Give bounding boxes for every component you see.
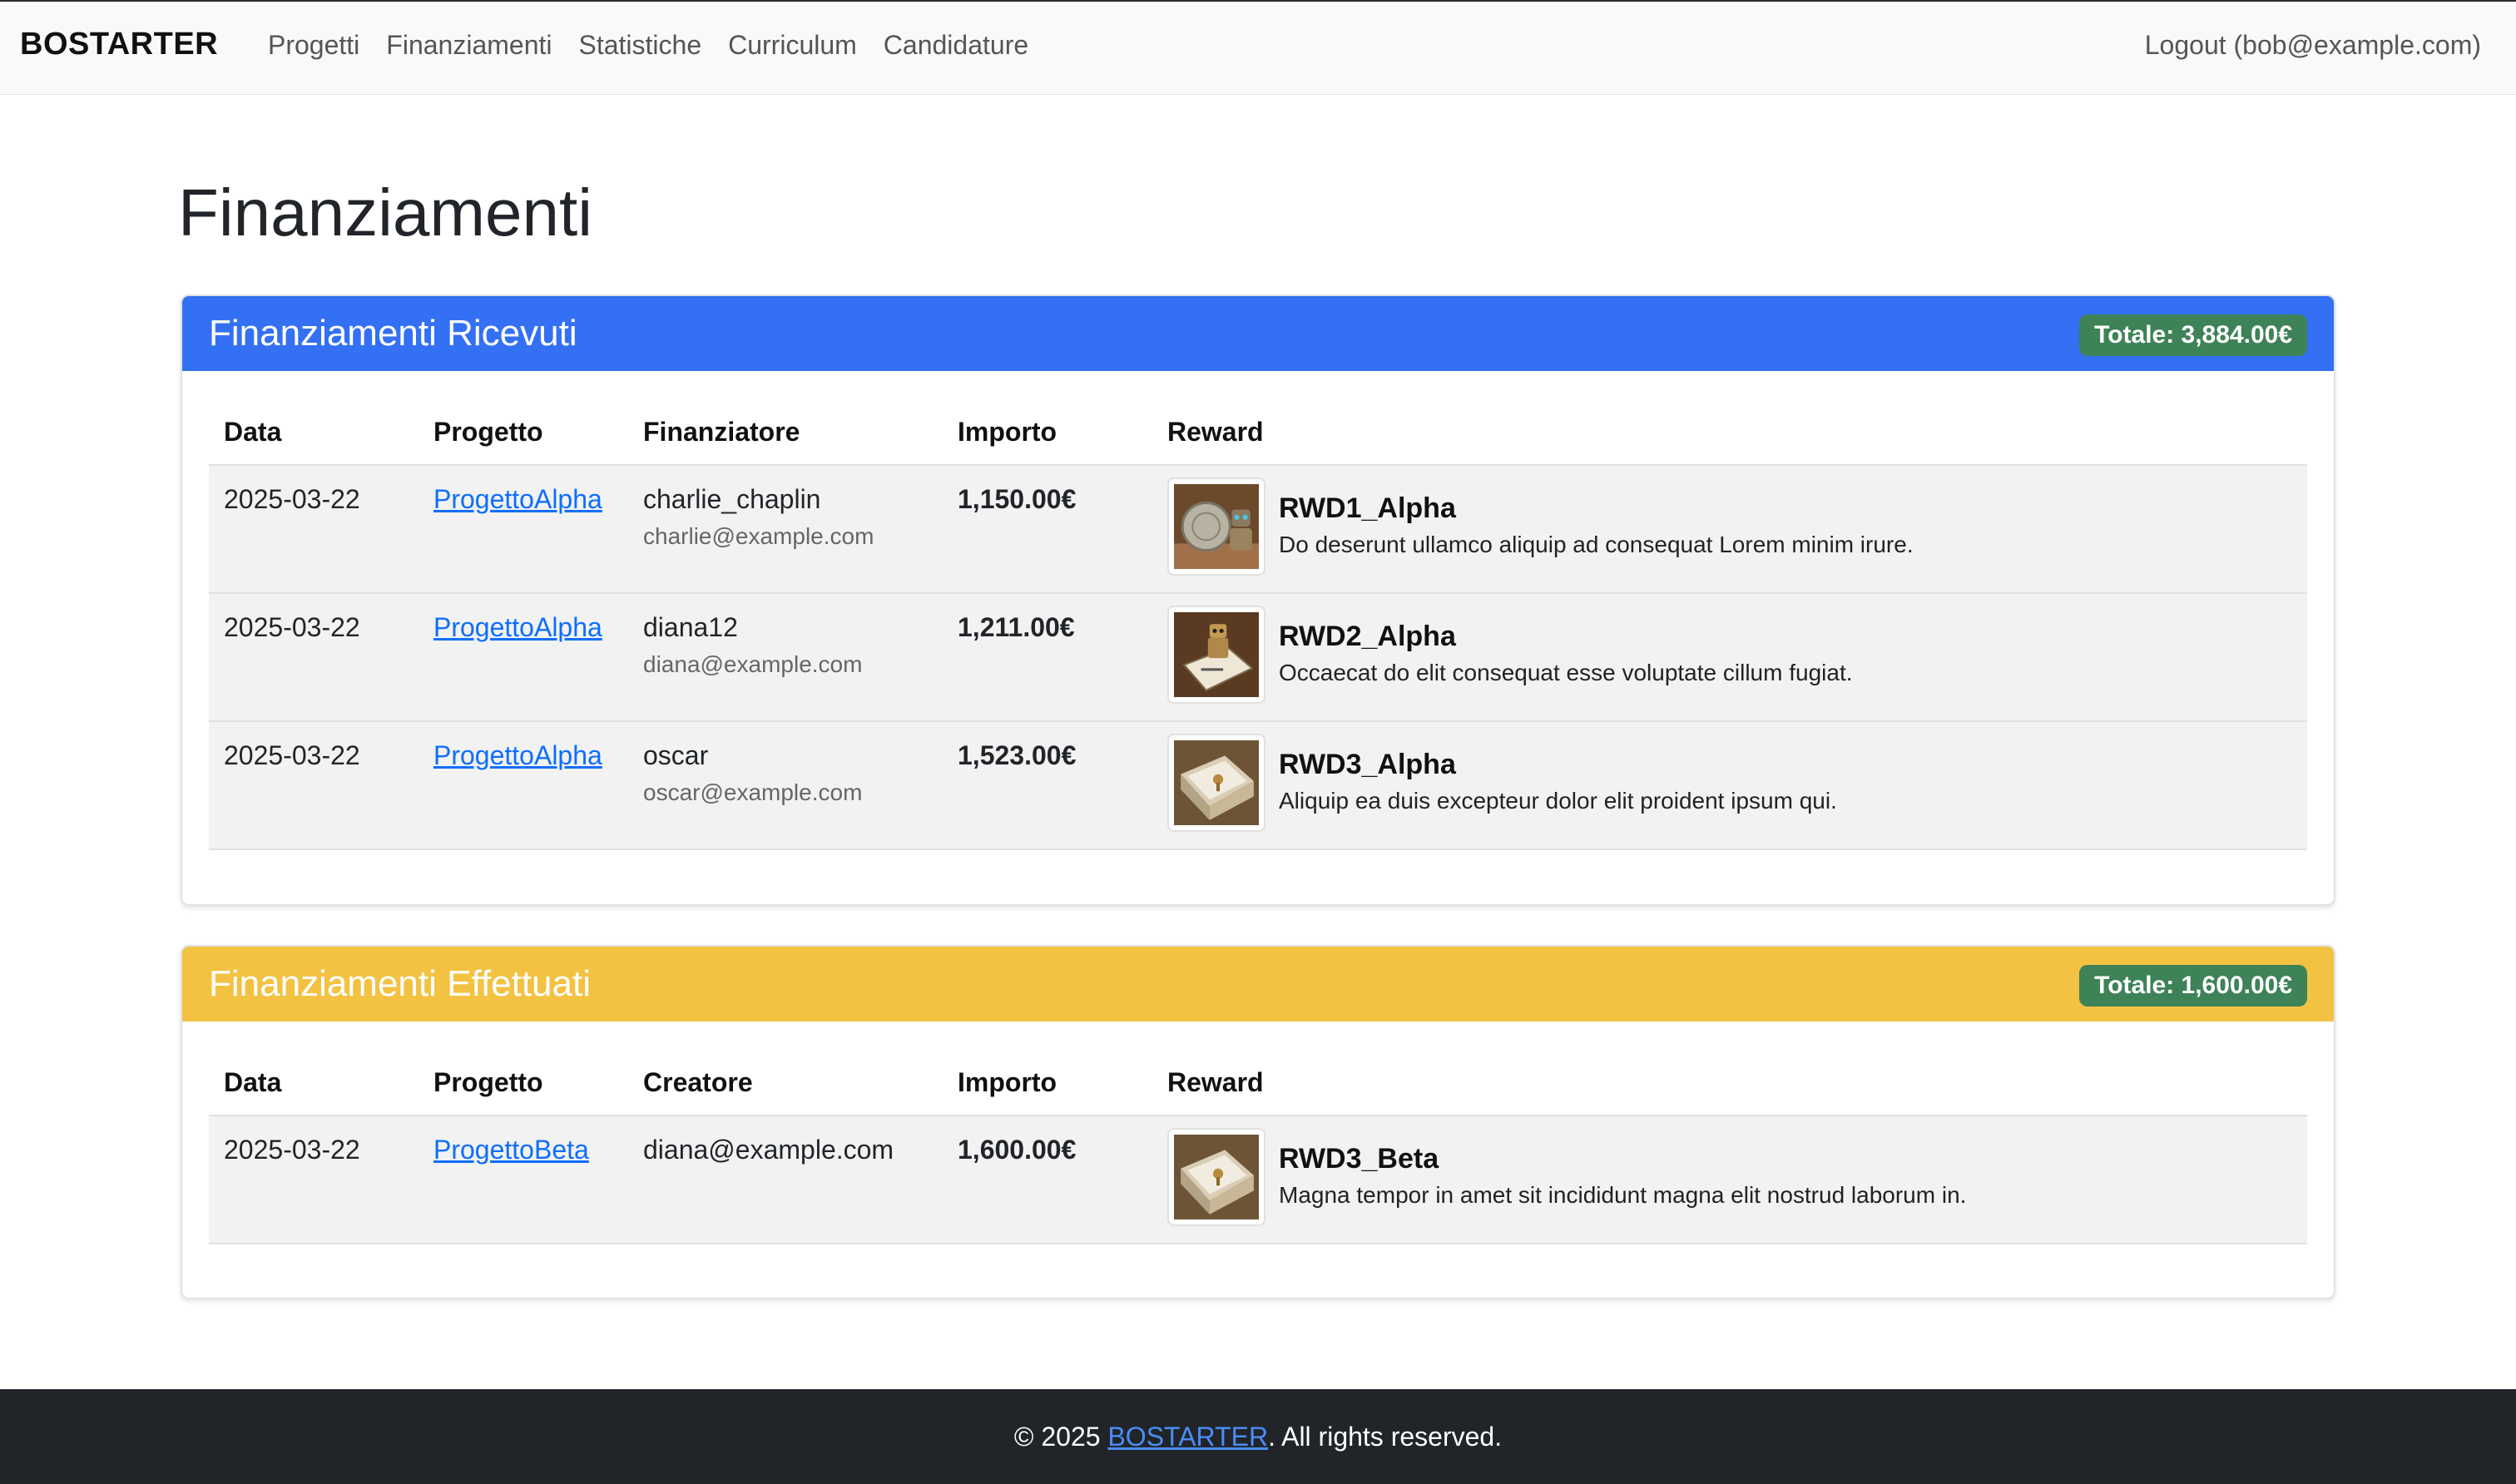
project-link[interactable]: ProgettoBeta [433, 1135, 589, 1165]
reward-name: RWD2_Alpha [1279, 621, 1456, 652]
logout-link[interactable]: Logout (bob@example.com) [2145, 30, 2481, 61]
nav-link-candidature[interactable]: Candidature [884, 30, 1028, 61]
made-table: Data Progetto Creatore Importo Reward 20… [209, 1021, 2307, 1244]
column-header-reward: Reward [1152, 371, 2307, 466]
cell-date: 2025-03-22 [209, 1115, 419, 1244]
navbar: BOSTARTER Progetti Finanziamenti Statist… [0, 0, 2516, 95]
robot-card-image [1167, 606, 1265, 704]
reward-description: Occaecat do elit consequat esse voluptat… [1279, 660, 1853, 685]
column-header-finanziatore: Finanziatore [628, 371, 943, 466]
column-header-reward: Reward [1152, 1021, 2307, 1116]
cell-amount: 1,211.00€ [943, 593, 1152, 722]
funder-username: diana12 [643, 612, 738, 642]
footer-prefix: © 2025 [1013, 1421, 1108, 1452]
funder-email: diana@example.com [643, 651, 863, 677]
cell-funder: oscar oscar@example.com [628, 721, 943, 850]
received-card-header: Finanziamenti Ricevuti Totale: 3,884.00€ [182, 296, 2334, 371]
reward-description: Aliquip ea duis excepteur dolor elit pro… [1279, 788, 1837, 814]
column-header-creatore: Creatore [628, 1021, 943, 1116]
funder-username: oscar [643, 740, 709, 770]
cell-project: ProgettoAlpha [419, 593, 628, 722]
table-header-row: Data Progetto Creatore Importo Reward [209, 1021, 2307, 1116]
made-card-header: Finanziamenti Effettuati Totale: 1,600.0… [182, 947, 2334, 1021]
cell-date: 2025-03-22 [209, 593, 419, 722]
project-link[interactable]: ProgettoAlpha [433, 612, 602, 642]
nav-link-curriculum[interactable]: Curriculum [728, 30, 857, 61]
coin-robot-image [1167, 477, 1265, 576]
cell-date: 2025-03-22 [209, 465, 419, 594]
reward-name: RWD3_Alpha [1279, 749, 1456, 780]
reward-name: RWD1_Alpha [1279, 492, 1456, 524]
brand-logo[interactable]: BOSTARTER [20, 27, 218, 62]
nav-link-finanziamenti[interactable]: Finanziamenti [386, 30, 552, 61]
cell-funder: charlie_chaplin charlie@example.com [628, 465, 943, 594]
column-header-importo: Importo [943, 371, 1152, 466]
thank-you-box-image [1167, 734, 1265, 832]
cell-amount: 1,600.00€ [943, 1115, 1152, 1244]
cell-amount: 1,523.00€ [943, 721, 1152, 850]
column-header-data: Data [209, 371, 419, 466]
funder-email: charlie@example.com [643, 523, 874, 549]
cell-funder: diana12 diana@example.com [628, 593, 943, 722]
column-header-progetto: Progetto [419, 1021, 628, 1116]
table-header-row: Data Progetto Finanziatore Importo Rewar… [209, 371, 2307, 466]
cell-reward: RWD2_Alpha Occaecat do elit consequat es… [1152, 593, 2307, 722]
received-table: Data Progetto Finanziatore Importo Rewar… [209, 371, 2307, 850]
received-card-title: Finanziamenti Ricevuti [209, 313, 577, 354]
nav-links: Progetti Finanziamenti Statistiche Curri… [268, 30, 1055, 61]
cell-creator: diana@example.com [628, 1115, 943, 1244]
cell-reward: RWD3_Alpha Aliquip ea duis excepteur dol… [1152, 721, 2307, 850]
cell-reward: RWD3_Beta Magna tempor in amet sit incid… [1152, 1115, 2307, 1244]
nav-link-progetti[interactable]: Progetti [268, 30, 359, 61]
table-row: 2025-03-22 ProgettoBeta diana@example.co… [209, 1115, 2307, 1244]
cell-project: ProgettoAlpha [419, 721, 628, 850]
column-header-data: Data [209, 1021, 419, 1116]
column-header-progetto: Progetto [419, 371, 628, 466]
made-total-badge: Totale: 1,600.00€ [2079, 965, 2307, 1007]
cell-project: ProgettoBeta [419, 1115, 628, 1244]
table-row: 2025-03-22 ProgettoAlpha diana12 diana@e… [209, 593, 2307, 722]
cell-date: 2025-03-22 [209, 721, 419, 850]
received-card: Finanziamenti Ricevuti Totale: 3,884.00€… [181, 294, 2335, 906]
footer-brand-link[interactable]: BOSTARTER [1107, 1422, 1268, 1452]
nav-link-statistiche[interactable]: Statistiche [578, 30, 701, 61]
page-title: Finanziamenti [178, 176, 593, 250]
cell-amount: 1,150.00€ [943, 465, 1152, 594]
made-card: Finanziamenti Effettuati Totale: 1,600.0… [181, 945, 2335, 1299]
cell-project: ProgettoAlpha [419, 465, 628, 594]
reward-description: Magna tempor in amet sit incididunt magn… [1279, 1182, 1967, 1208]
project-link[interactable]: ProgettoAlpha [433, 740, 602, 770]
reward-description: Do deserunt ullamco aliquip ad consequat… [1279, 532, 1914, 557]
footer: © 2025 BOSTARTER . All rights reserved. [0, 1389, 2516, 1484]
project-link[interactable]: ProgettoAlpha [433, 484, 602, 514]
funder-email: oscar@example.com [643, 779, 863, 805]
table-row: 2025-03-22 ProgettoAlpha charlie_chaplin… [209, 465, 2307, 594]
table-row: 2025-03-22 ProgettoAlpha oscar oscar@exa… [209, 721, 2307, 850]
received-total-badge: Totale: 3,884.00€ [2079, 314, 2307, 356]
made-card-title: Finanziamenti Effettuati [209, 963, 591, 1004]
cell-reward: RWD1_Alpha Do deserunt ullamco aliquip a… [1152, 465, 2307, 594]
reward-name: RWD3_Beta [1279, 1143, 1439, 1175]
footer-suffix: . All rights reserved. [1268, 1421, 1503, 1452]
funder-username: charlie_chaplin [643, 484, 821, 514]
thank-you-box-image [1167, 1128, 1265, 1226]
column-header-importo: Importo [943, 1021, 1152, 1116]
